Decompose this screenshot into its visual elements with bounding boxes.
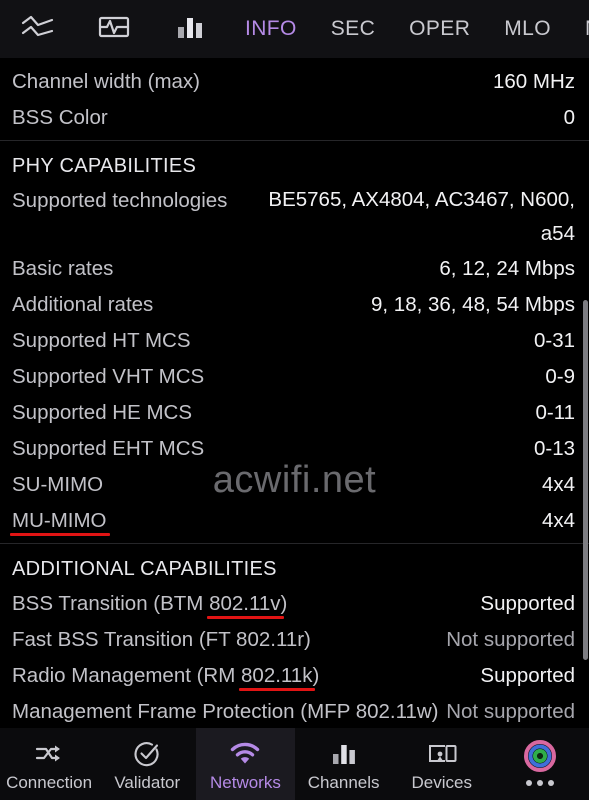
row-label: SU-MIMO [12,473,104,496]
row-label: Supported technologies [12,189,228,212]
annotation-underline-mu-mimo: MU-MIMO [10,503,110,539]
row-basic-rates: Basic rates 6, 12, 24 Mbps [0,251,589,287]
row-value: BE5765, AX4804, AC3467, N600, a54 [268,188,575,245]
row-management-frame-protection: Management Frame Protection (MFP 802.11w… [0,694,589,728]
tab-line-chart[interactable] [0,0,76,58]
tab-signal-monitor[interactable] [76,0,152,58]
nav-item-networks-label: Networks [210,773,281,792]
nav-item-channels-label: Channels [307,773,380,792]
row-value: 9, 18, 36, 48, 54 Mbps [371,293,575,316]
line-chart-icon [21,14,55,45]
row-label: BSS Transition (BTM 802.11v) [12,586,287,622]
section-header-phy: PHY CAPABILITIES [12,155,197,177]
row-value: 4x4 [541,473,575,496]
row-supported-technologies: Supported technologies BE5765, AX4804, A… [0,183,589,251]
row-value: 6, 12, 24 Mbps [439,257,575,280]
tab-info[interactable]: INFO [228,0,314,58]
row-value: Supported [480,664,575,687]
app-root: INFO SEC OPER MLO NET Channel width (max… [0,0,589,800]
row-label: Supported VHT MCS [12,365,205,388]
row-channel-width: Channel width (max) 160 MHz [0,64,589,100]
row-label: Additional rates [12,293,154,316]
row-bss-color: BSS Color 0 [0,100,589,136]
signal-monitor-icon [98,14,130,45]
row-label: Basic rates [12,257,114,280]
row-fast-bss-transition: Fast BSS Transition (FT 802.11r) Not sup… [0,622,589,658]
row-label: Channel width (max) [12,70,200,93]
nav-item-validator-label: Validator [114,773,181,792]
row-label-post: ) [312,664,320,687]
row-supported-vht-mcs: Supported VHT MCS 0-9 [0,359,589,395]
dot [536,780,543,786]
row-label: Supported EHT MCS [12,437,205,460]
bar-chart-icon [331,739,357,769]
tab-net[interactable]: NET [568,0,589,58]
row-supported-eht-mcs: Supported EHT MCS 0-13 [0,431,589,467]
tab-mlo[interactable]: MLO [487,0,568,58]
row-value: Not supported [446,700,575,723]
nav-item-validator[interactable]: Validator [98,728,196,800]
dot [525,780,532,786]
nav-item-networks[interactable]: Networks [196,728,295,800]
row-bss-transition: BSS Transition (BTM 802.11v) Supported [0,586,589,622]
info-detail-list[interactable]: Channel width (max) 160 MHz BSS Color 0 … [0,58,589,728]
nav-item-more[interactable] [491,728,589,800]
row-value: 0-31 [533,329,575,352]
scrollbar[interactable] [583,58,589,728]
row-label: Management Frame Protection (MFP 802.11w… [12,700,439,723]
row-mu-mimo: MU-MIMO 4x4 [0,503,589,539]
top-tab-bar-inner: INFO SEC OPER MLO NET [0,0,589,58]
row-label-post: ) [280,592,288,615]
tab-bar-chart[interactable] [152,0,228,58]
row-label: BSS Color [12,106,108,129]
tab-sec[interactable]: SEC [314,0,392,58]
section-header-additional: ADDITIONAL CAPABILITIES [12,558,277,580]
row-label: MU-MIMO [10,503,110,539]
top-tab-bar: INFO SEC OPER MLO NET [0,0,589,58]
row-label: Fast BSS Transition (FT 802.11r) [12,628,311,651]
row-label-pre: BSS Transition (BTM [12,592,210,615]
row-value: 0-9 [545,365,575,388]
tab-net-label: NET [585,17,589,41]
row-label-pre: Radio Management (RM [12,664,242,687]
row-value: 0-13 [533,437,575,460]
nav-item-devices[interactable]: Devices [393,728,491,800]
row-value: 4x4 [541,509,575,532]
nav-item-connection[interactable]: Connection [0,728,98,800]
row-value: 0-11 [535,401,575,424]
tab-info-label: INFO [245,17,297,40]
wifi-icon [229,739,261,769]
row-label: Supported HE MCS [12,401,193,424]
nav-item-devices-label: Devices [411,773,472,792]
scrollbar-thumb[interactable] [583,300,588,660]
row-su-mimo: SU-MIMO 4x4 [0,467,589,503]
check-circle-icon [133,739,161,769]
row-supported-he-mcs: Supported HE MCS 0-11 [0,395,589,431]
dot [547,780,554,786]
row-additional-rates: Additional rates 9, 18, 36, 48, 54 Mbps [0,287,589,323]
nav-item-channels[interactable]: Channels [295,728,393,800]
tab-oper[interactable]: OPER [392,0,487,58]
row-value: Supported [480,592,575,615]
row-value: 160 MHz [492,70,575,93]
row-label: Supported HT MCS [12,329,191,352]
tab-mlo-label: MLO [504,17,551,40]
devices-icon [426,739,458,769]
row-supported-ht-mcs: Supported HT MCS 0-31 [0,323,589,359]
nav-item-connection-label: Connection [6,773,93,792]
bar-chart-icon [176,14,204,45]
row-value: Not supported [446,628,575,651]
connection-icon [34,739,64,769]
row-label: Radio Management (RM 802.11k) [12,658,319,694]
bottom-navigation-bar: Connection Validator Networks Channels D… [0,728,589,800]
tab-oper-label: OPER [409,17,471,40]
nav-item-more-label [525,775,554,792]
tab-sec-label: SEC [330,17,376,40]
row-value: 0 [563,106,575,129]
app-logo-icon [523,739,557,772]
annotation-underline-802-11v: 802.11v [207,586,284,622]
row-radio-management: Radio Management (RM 802.11k) Supported [0,658,589,694]
annotation-underline-802-11k: 802.11k [239,658,316,694]
